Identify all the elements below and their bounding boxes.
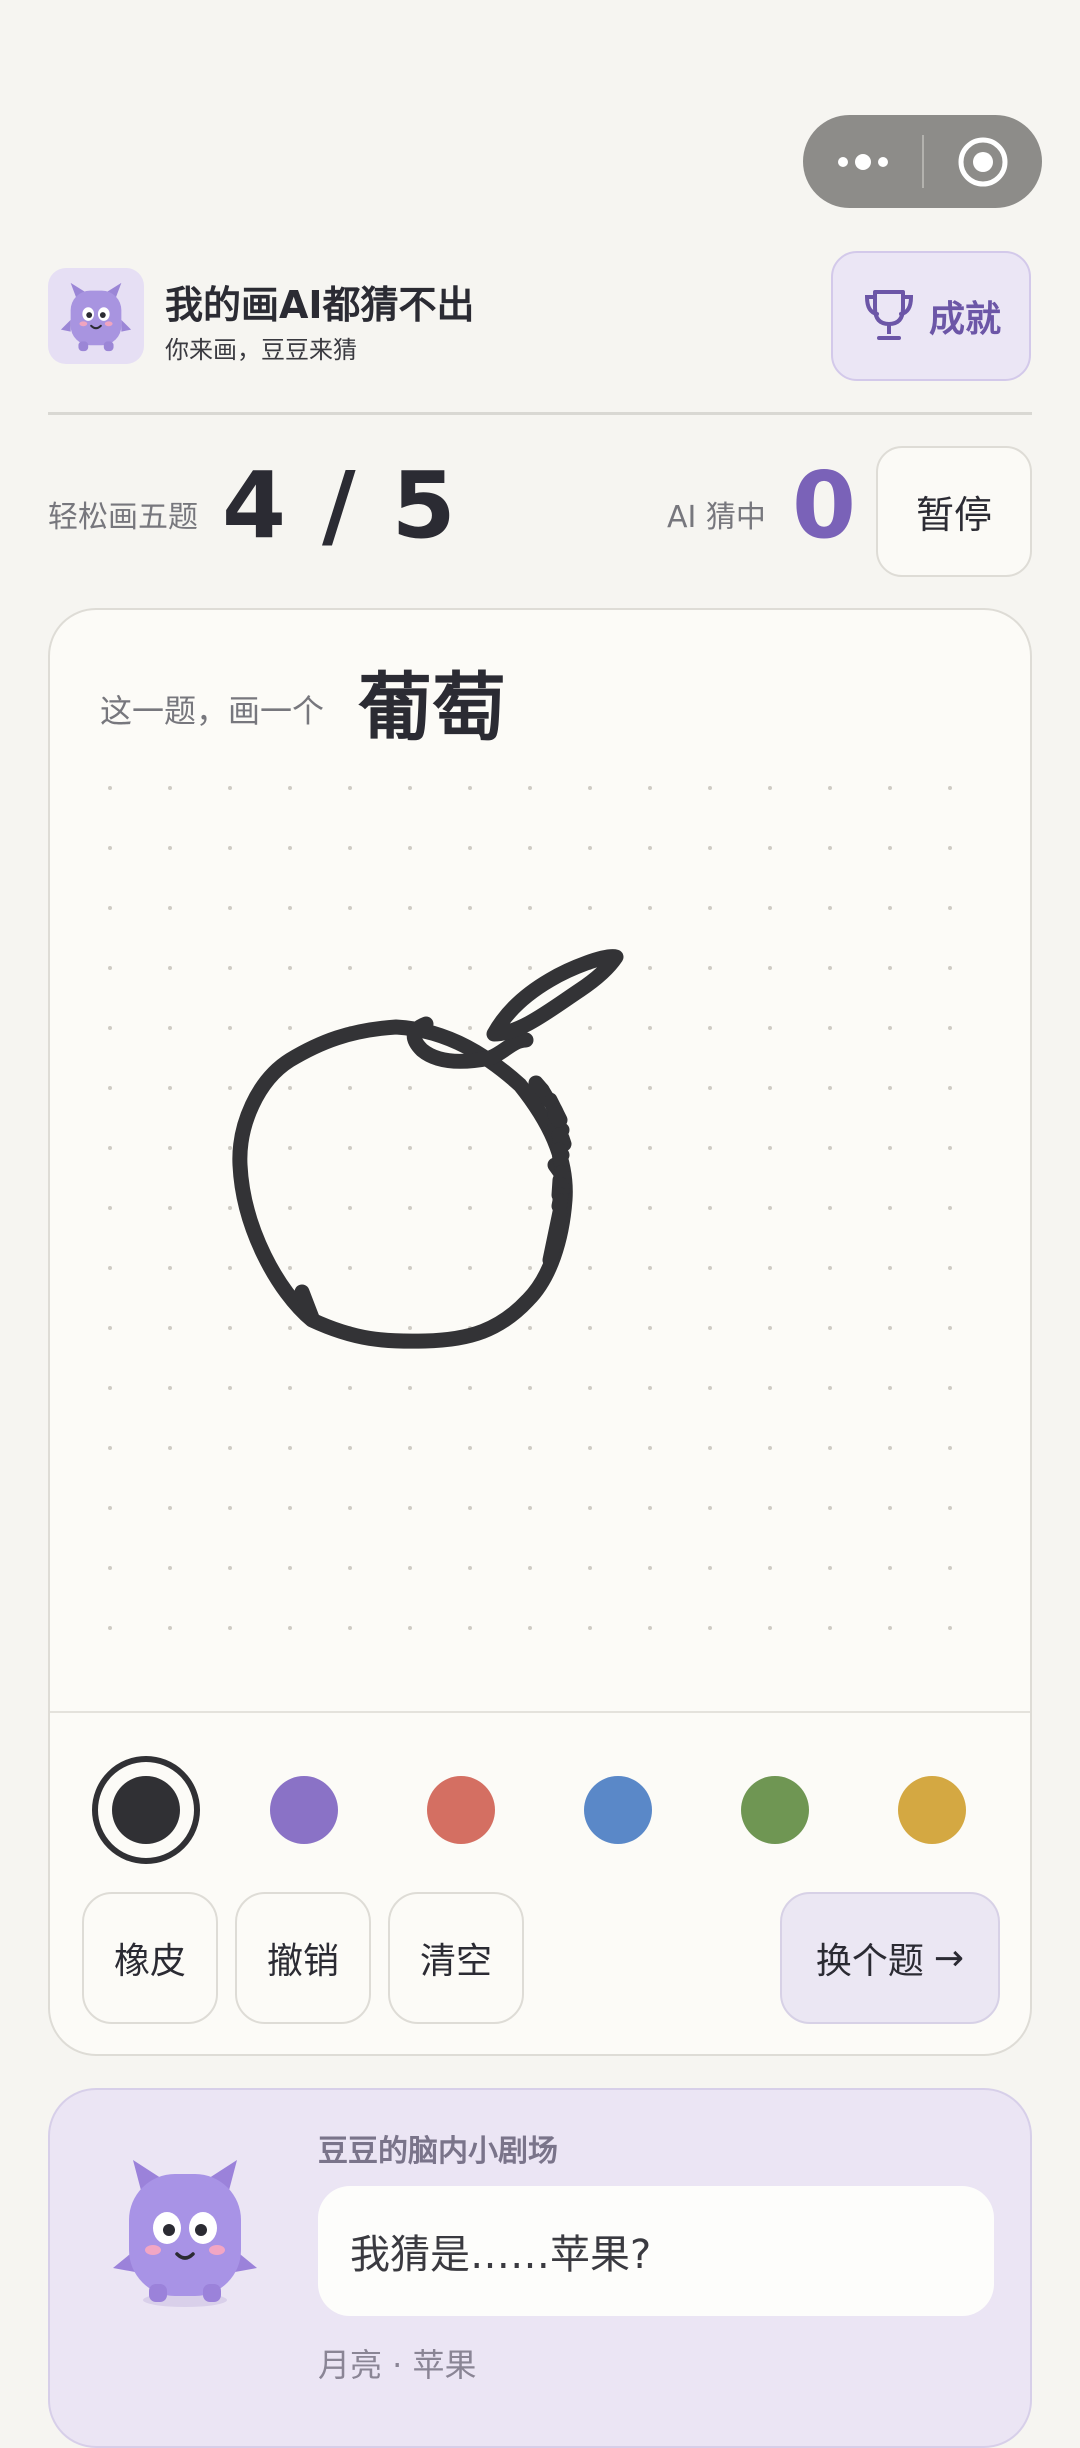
trophy-icon	[864, 290, 913, 340]
round-counter: 4 / 5	[222, 452, 458, 559]
user-drawing-stroke	[232, 949, 624, 1349]
guess-history: 月亮 · 苹果	[318, 2346, 477, 2384]
color-swatch-yellow[interactable]	[898, 1776, 966, 1844]
ai-correct-label: AI 猜中	[667, 500, 766, 535]
ai-guess-bubble: 我猜是……苹果?	[318, 2186, 994, 2316]
app-subtitle: 你来画，豆豆来猜	[165, 336, 357, 364]
color-swatch-black-fill	[112, 1776, 180, 1844]
prompt-word: 葡萄	[358, 665, 506, 751]
color-swatch-purple[interactable]	[270, 1776, 338, 1844]
monster-mascot-icon	[60, 282, 132, 352]
more-dots-icon	[837, 153, 888, 170]
drawing-canvas[interactable]	[50, 740, 1030, 1710]
color-swatch-black[interactable]	[92, 1756, 200, 1864]
undo-button[interactable]: 撤销	[235, 1892, 371, 2024]
eraser-button[interactable]: 橡皮	[82, 1892, 218, 2024]
round-label: 轻松画五题	[48, 500, 198, 535]
arrow-right-icon: →	[933, 1937, 965, 1979]
more-menu-button[interactable]	[803, 115, 922, 208]
canvas-dot-grid	[108, 786, 952, 1630]
toolbar-divider	[50, 1711, 1030, 1713]
ai-panel-title: 豆豆的脑内小剧场	[318, 2134, 558, 2169]
app-title: 我的画AI都猜不出	[165, 283, 475, 327]
next-question-button[interactable]: 换个题 →	[780, 1892, 1000, 2024]
app-logo	[48, 268, 144, 364]
achievements-label: 成就	[928, 299, 1001, 340]
target-close-icon	[958, 137, 1008, 186]
next-question-label: 换个题	[815, 1941, 924, 1982]
miniprogram-capsule	[803, 115, 1042, 208]
close-miniprogram-button[interactable]	[924, 115, 1042, 208]
pause-button[interactable]: 暂停	[876, 446, 1032, 577]
prompt-label: 这一题，画一个	[100, 692, 325, 730]
doudou-mascot-icon	[113, 2160, 257, 2307]
ai-guess-text: 我猜是……苹果?	[350, 2232, 652, 2278]
clear-button[interactable]: 清空	[388, 1892, 524, 2024]
ai-correct-count: 0	[792, 452, 857, 559]
color-swatch-green[interactable]	[741, 1776, 809, 1844]
color-swatch-red[interactable]	[427, 1776, 495, 1844]
achievements-button[interactable]: 成就	[831, 251, 1031, 381]
color-swatch-blue[interactable]	[584, 1776, 652, 1844]
header-divider	[48, 412, 1032, 415]
